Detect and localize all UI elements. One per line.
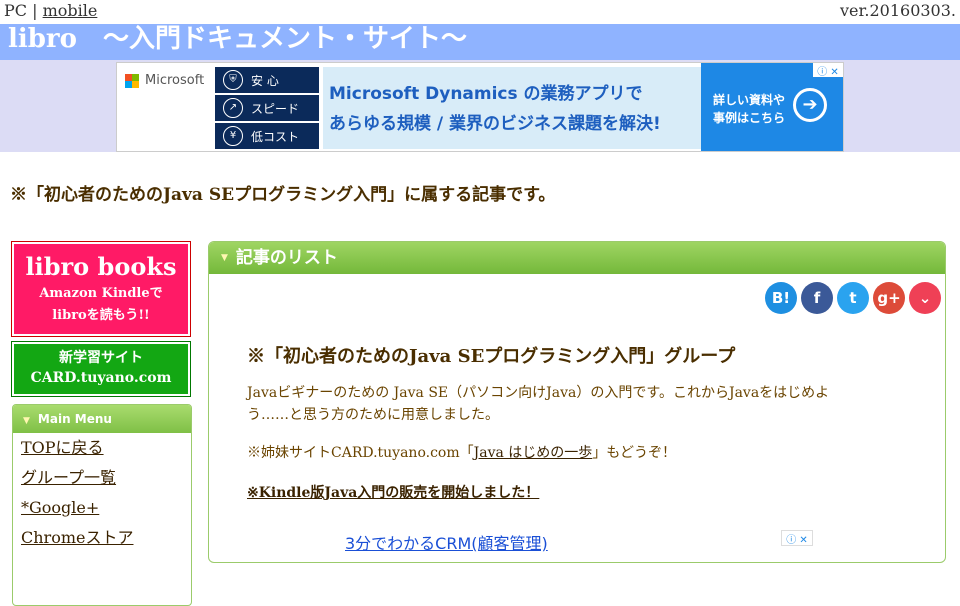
kindle-link[interactable]: ※Kindle版Java入門の販売を開始しました！ bbox=[247, 482, 539, 502]
group-note: ※「初心者のためのJava SEプログラミング入門」に属する記事です。 bbox=[10, 185, 556, 205]
sister-site-note: ※姉妹サイトCARD.tuyano.com「Java はじめの一歩」もどうぞ！ bbox=[247, 442, 676, 462]
main-menu-header: ▼ Main Menu bbox=[13, 405, 191, 433]
microsoft-logo-icon bbox=[125, 73, 139, 88]
desc-line-2: う……と思う方のために用意しました。 bbox=[247, 407, 499, 423]
top-bar: PC | mobile ver.20160303. bbox=[0, 0, 960, 24]
triangle-icon: ▼ bbox=[23, 416, 30, 426]
hatena-bookmark-icon[interactable]: B! bbox=[765, 282, 797, 314]
version-label: ver.20160303. bbox=[839, 1, 956, 20]
ad-cta-line-2: 事例はこちら bbox=[713, 111, 786, 125]
inline-ad-link[interactable]: 3分でわかるCRM(顧客管理) bbox=[345, 530, 548, 554]
speed-icon: ↗ bbox=[223, 98, 243, 118]
article-list-panel: ▼ 記事のリスト B! f t g+ ⌄ ※「初心者のためのJava SEプログラ… bbox=[208, 241, 946, 563]
menu-link[interactable]: *Google+ bbox=[21, 498, 99, 517]
mobile-link[interactable]: mobile bbox=[43, 1, 98, 20]
books-sub-2: libroを読もう!! bbox=[52, 308, 150, 323]
site-title-band: libro 〜入門ドキュメント・サイト〜 bbox=[0, 24, 960, 60]
menu-item-chrome-store: Chromeストア bbox=[21, 523, 191, 553]
ad-feature-label: 低コスト bbox=[251, 129, 300, 144]
banner-ad[interactable]: Microsoft ⛨ 安 心 ↗ スピード ¥ 低コスト Microsoft Dyn… bbox=[116, 62, 844, 152]
sister-suffix: 」もどうぞ！ bbox=[592, 445, 677, 461]
pc-label: PC bbox=[4, 1, 28, 20]
sister-link[interactable]: Java はじめの一歩 bbox=[474, 445, 593, 461]
menu-item-groups: グループ一覧 bbox=[21, 463, 191, 493]
separator: | bbox=[32, 1, 38, 20]
ad-feature-label: 安 心 bbox=[251, 73, 279, 88]
facebook-icon[interactable]: f bbox=[801, 282, 833, 314]
main-menu: ▼ Main Menu TOPに戻る グループ一覧 *Google+ Chrome… bbox=[12, 404, 192, 606]
triangle-icon: ▼ bbox=[221, 253, 228, 263]
menu-item-top: TOPに戻る bbox=[21, 433, 191, 463]
menu-link[interactable]: Chromeストア bbox=[21, 528, 133, 547]
ad-feature-2: ↗ スピード bbox=[215, 95, 319, 121]
card-line-2: CARD.tuyano.com bbox=[30, 370, 172, 386]
books-title: libro books bbox=[25, 252, 177, 281]
card-line-1: 新学習サイト bbox=[59, 350, 143, 366]
books-sub-1: Amazon Kindleで bbox=[39, 286, 163, 301]
desc-line-1: Javaビギナーのための Java SE（パソコン向けJava）の入門です。これ… bbox=[247, 385, 830, 401]
libro-books-banner[interactable]: libro books Amazon Kindleで libroを読もう!! bbox=[11, 241, 191, 337]
site-title[interactable]: libro 〜入門ドキュメント・サイト〜 bbox=[8, 24, 467, 55]
menu-item-google-plus: *Google+ bbox=[21, 493, 191, 523]
card-site-banner[interactable]: 新学習サイト CARD.tuyano.com bbox=[11, 341, 191, 397]
article-list-title: 記事のリスト bbox=[235, 248, 338, 268]
menu-link[interactable]: グループ一覧 bbox=[21, 468, 116, 487]
ad-brand: Microsoft bbox=[125, 73, 204, 88]
main-menu-title: Main Menu bbox=[37, 412, 112, 426]
article-list-header: ▼ 記事のリスト bbox=[209, 242, 945, 274]
ad-line-1: Microsoft Dynamics の業務アプリで bbox=[329, 84, 643, 104]
ad-features: ⛨ 安 心 ↗ スピード ¥ 低コスト bbox=[215, 67, 319, 151]
ad-feature-1: ⛨ 安 心 bbox=[215, 67, 319, 93]
adchoices-icon[interactable]: ⓘ ✕ bbox=[813, 63, 843, 78]
ad-message[interactable]: Microsoft Dynamics の業務アプリで あらゆる規模 / 業界のビ… bbox=[323, 67, 703, 149]
google-plus-icon[interactable]: g+ bbox=[873, 282, 905, 314]
ad-cta-line-1: 詳しい資料や bbox=[713, 93, 786, 107]
yen-icon: ¥ bbox=[223, 126, 243, 146]
adchoices-icon[interactable]: ⓘ ✕ bbox=[781, 530, 813, 546]
ad-cta-text: 詳しい資料や 事例はこちら bbox=[713, 91, 785, 127]
view-switch: PC | mobile bbox=[4, 1, 97, 20]
ad-feature-3: ¥ 低コスト bbox=[215, 123, 319, 149]
ad-feature-label: スピード bbox=[251, 101, 300, 116]
shield-icon: ⛨ bbox=[223, 70, 243, 90]
share-buttons: B! f t g+ ⌄ bbox=[765, 282, 941, 314]
twitter-icon[interactable]: t bbox=[837, 282, 869, 314]
pocket-icon[interactable]: ⌄ bbox=[909, 282, 941, 314]
group-description: Javaビギナーのための Java SE（パソコン向けJava）の入門です。これ… bbox=[247, 382, 887, 426]
arrow-right-icon: ➔ bbox=[793, 88, 827, 122]
group-title: ※「初心者のためのJava SEプログラミング入門」グループ bbox=[247, 346, 736, 367]
menu-link[interactable]: TOPに戻る bbox=[21, 438, 104, 457]
ad-brand-label: Microsoft bbox=[145, 73, 205, 88]
ad-line-2: あらゆる規模 / 業界のビジネス課題を解決! bbox=[329, 114, 661, 134]
sister-prefix: ※姉妹サイトCARD.tuyano.com「 bbox=[247, 445, 474, 461]
sidebar: libro books Amazon Kindleで libroを読もう!! 新… bbox=[11, 241, 192, 606]
